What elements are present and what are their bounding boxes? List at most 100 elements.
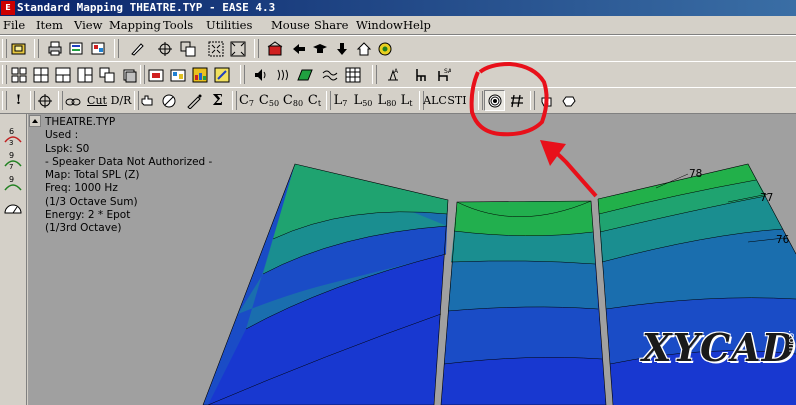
alc-button[interactable]: ALC	[423, 90, 447, 111]
tool-rt-9[interactable]: 9 7	[2, 150, 24, 171]
print-button[interactable]	[44, 38, 65, 59]
speaker-icon	[254, 68, 265, 81]
room-view-button[interactable]	[145, 64, 166, 85]
info-freq: Freq: 1000 Hz	[45, 182, 118, 195]
ray-button[interactable]	[319, 64, 340, 85]
alert-button[interactable]: !	[8, 90, 29, 111]
svg-text:SA: SA	[444, 68, 451, 75]
title-bar: E Standard Mapping THEATRE.TYP - EASE 4.…	[0, 0, 796, 16]
layout-grid-button[interactable]	[8, 64, 29, 85]
menu-mouse[interactable]: Mouse	[271, 18, 310, 32]
arrow-left-button[interactable]	[288, 38, 309, 59]
audience-button[interactable]	[189, 64, 210, 85]
cut-button[interactable]: Cut	[84, 90, 110, 111]
hat-button[interactable]	[309, 38, 330, 59]
c80-button[interactable]: C80	[280, 90, 306, 111]
tool-rt-6[interactable]: 6 3	[2, 126, 24, 147]
layout-grid-3-button[interactable]	[52, 64, 73, 85]
c50-button[interactable]: C50	[256, 90, 282, 111]
export-button[interactable]	[88, 38, 109, 59]
pen-tool-button[interactable]	[184, 90, 205, 111]
sound-waves-button[interactable]	[272, 64, 293, 85]
toolbar-grip[interactable]	[240, 65, 245, 84]
map-info-panel: THEATRE.TYP Used : Lspk: S0 - Speaker Da…	[45, 116, 212, 236]
zoom-fit-button[interactable]	[205, 38, 226, 59]
settings-button[interactable]	[374, 38, 395, 59]
target-button[interactable]	[34, 90, 55, 111]
svg-text:7: 7	[9, 163, 13, 170]
contour-map-button[interactable]	[484, 90, 505, 111]
sti-label: STI	[447, 94, 467, 107]
menu-help[interactable]: Help	[403, 18, 431, 32]
measure-button[interactable]	[211, 64, 232, 85]
toolbar-grip[interactable]	[530, 91, 535, 110]
menu-item[interactable]: Item	[36, 18, 63, 32]
svg-text:A: A	[394, 68, 399, 75]
toolbar-grip[interactable]	[34, 39, 39, 58]
seat-button[interactable]	[410, 64, 431, 85]
zoom-extents-icon	[230, 41, 245, 56]
listener-button[interactable]: A	[382, 64, 403, 85]
pen-icon	[186, 94, 201, 109]
hand-button[interactable]	[136, 90, 157, 111]
menu-share[interactable]: Share	[314, 18, 348, 32]
c7-button[interactable]: C7	[236, 90, 257, 111]
sum-button[interactable]: Σ	[207, 90, 228, 111]
toolbar-grip[interactable]	[114, 39, 119, 58]
hatch-map-button[interactable]	[506, 90, 527, 111]
sigma-icon: Σ	[212, 91, 223, 109]
hand-point-button[interactable]	[536, 90, 557, 111]
menu-file[interactable]: File	[3, 18, 25, 32]
menu-window[interactable]: Window	[356, 18, 403, 32]
toolbar-grip[interactable]	[2, 65, 7, 84]
model-view-button[interactable]	[264, 38, 285, 59]
ct-button[interactable]: Ct	[304, 90, 325, 111]
menu-tools[interactable]: Tools	[163, 18, 193, 32]
toolbar-grip[interactable]	[478, 91, 483, 110]
crosshair-button[interactable]	[154, 38, 175, 59]
no-entry-button[interactable]	[158, 90, 179, 111]
print-preview-button[interactable]	[66, 38, 87, 59]
watermark-sub: .com	[786, 330, 796, 353]
rt-arc-icon: 6 3	[4, 127, 22, 147]
layout-grid-4-button[interactable]	[74, 64, 95, 85]
scroll-up-button[interactable]	[29, 115, 41, 127]
surface-button[interactable]	[294, 64, 315, 85]
menu-mapping[interactable]: Mapping	[109, 18, 161, 32]
select-area-button[interactable]	[177, 38, 198, 59]
l50-button[interactable]: L50	[350, 90, 376, 111]
speaker-button[interactable]	[250, 64, 271, 85]
layout-grid-2-button[interactable]	[30, 64, 51, 85]
home-button[interactable]	[353, 38, 374, 59]
toolbar-grip[interactable]	[372, 65, 377, 84]
window-title: Standard Mapping THEATRE.TYP - EASE 4.3	[17, 1, 276, 14]
zoom-extents-button[interactable]	[227, 38, 248, 59]
pointer-tool-button[interactable]	[126, 38, 147, 59]
lt-button[interactable]: Lt	[396, 90, 417, 111]
seat-group-button[interactable]: SA	[432, 64, 453, 85]
link-button[interactable]	[62, 90, 83, 111]
arrow-down-button[interactable]	[331, 38, 352, 59]
toolbar-grip[interactable]	[2, 39, 7, 58]
hand-grab-button[interactable]	[558, 90, 579, 111]
app-icon[interactable]: E	[1, 1, 15, 15]
menu-view[interactable]: View	[74, 18, 102, 32]
direct-reverb-button[interactable]: D/R	[108, 90, 134, 111]
middle-audience-section	[440, 200, 607, 405]
sti-button[interactable]: STI	[447, 90, 467, 111]
info-map: Map: Total SPL (Z)	[45, 169, 140, 182]
l7-button[interactable]: L7	[330, 90, 351, 111]
tool-rt-9b[interactable]: 9	[2, 174, 24, 194]
open-project-button[interactable]	[8, 38, 29, 59]
left-audience-section	[202, 163, 449, 405]
toolbar-grip[interactable]	[2, 91, 7, 110]
mesh-button[interactable]	[342, 64, 363, 85]
layout-grid-5-button[interactable]	[96, 64, 117, 85]
wall-view-button[interactable]	[167, 64, 188, 85]
layout-grid-6-button[interactable]	[118, 64, 139, 85]
toolbar-grip[interactable]	[254, 39, 259, 58]
pencil-icon	[130, 43, 144, 56]
menu-utilities[interactable]: Utilities	[206, 18, 252, 32]
info-file: THEATRE.TYP	[45, 116, 116, 128]
gauge-tool[interactable]	[2, 198, 24, 218]
